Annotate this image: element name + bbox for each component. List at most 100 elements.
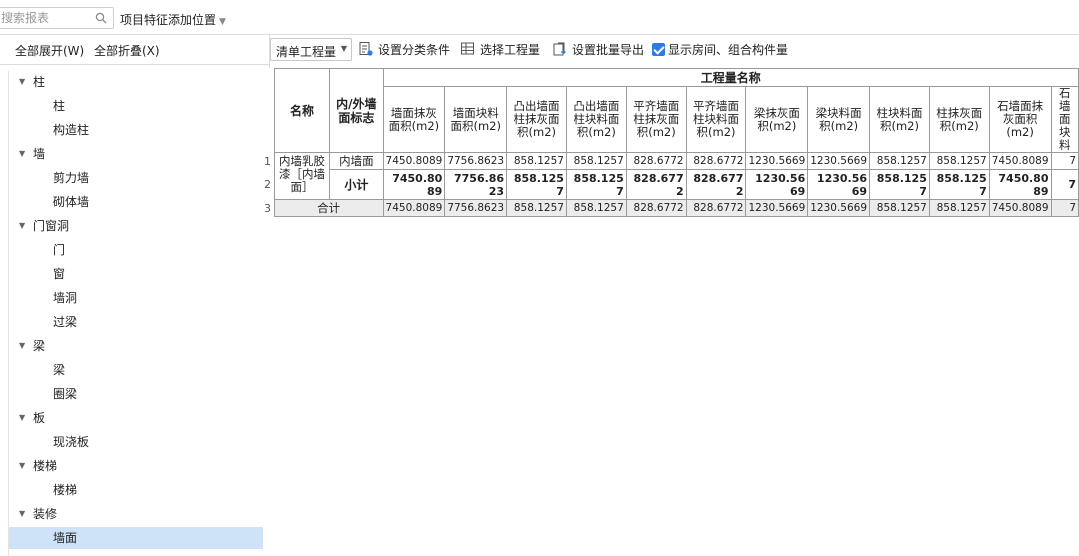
total-value-cell[interactable]: 828.6772 — [625, 199, 687, 217]
tree-node-item[interactable]: 圈梁 — [9, 383, 263, 405]
collapse-arrow-icon[interactable]: ▼ — [19, 71, 25, 93]
tree-item-label: 门 — [53, 243, 66, 257]
value-cell[interactable]: 7450.8089 — [988, 152, 1052, 170]
total-value-cell[interactable]: 858.1257 — [928, 199, 990, 217]
expand-all-button[interactable]: 全部展开(W) — [15, 42, 84, 59]
quantity-column-header[interactable]: 凸出墙面柱抹灰面积(m2) — [506, 86, 567, 153]
total-value-cell[interactable]: 858.1257 — [565, 199, 627, 217]
quantity-column-header[interactable]: 凸出墙面柱块料面积(m2) — [565, 86, 627, 153]
value-cell[interactable]: 858.1257 — [869, 152, 930, 170]
tree-node-group[interactable]: ▼ 装修 — [9, 503, 263, 525]
value-cell[interactable]: 7450.8089 — [382, 152, 446, 170]
value-cell[interactable]: 7 — [1050, 152, 1079, 170]
row-number: 2 — [264, 178, 271, 191]
quantity-type-dropdown[interactable]: 清单工程量 ▼ — [270, 38, 352, 61]
total-value-cell[interactable]: 7756.8623 — [444, 199, 508, 217]
subtotal-value-cell[interactable]: 7 — [1050, 169, 1079, 200]
total-label-cell[interactable]: 合计 — [273, 199, 384, 217]
set-category-label: 设置分类条件 — [378, 43, 451, 57]
set-category-button[interactable]: 设置分类条件 — [358, 41, 450, 58]
total-value-cell[interactable]: 7 — [1050, 199, 1079, 217]
quantity-column-header[interactable]: 石墙面抹灰面积(m2) — [988, 86, 1052, 153]
subtotal-value-cell[interactable]: 828.6772 — [625, 169, 687, 200]
tree-node-item[interactable]: 窗 — [9, 263, 263, 285]
quantity-column-header[interactable]: 墙面抹灰面积(m2) — [382, 86, 446, 153]
tree-item-label: 楼梯 — [53, 483, 78, 497]
subtotal-value-cell[interactable]: 858.1257 — [928, 169, 990, 200]
tree-node-item[interactable]: 梁 — [9, 359, 263, 381]
quantity-column-header[interactable]: 梁抹灰面积(m2) — [745, 86, 809, 153]
tree-node-item[interactable]: 过梁 — [9, 311, 263, 333]
flag-column-header[interactable]: 内/外墙面标志 — [329, 68, 384, 153]
value-cell[interactable]: 828.6772 — [685, 152, 747, 170]
tree-item-label: 构造柱 — [53, 123, 90, 137]
total-value-cell[interactable]: 7450.8089 — [382, 199, 446, 217]
show-rooms-checkbox[interactable]: 显示房间、组合构件量 — [652, 41, 788, 58]
subtotal-value-cell[interactable]: 7756.8623 — [444, 169, 508, 200]
collapse-arrow-icon[interactable]: ▼ — [19, 215, 25, 237]
subtotal-value-cell[interactable]: 858.1257 — [869, 169, 930, 200]
subtotal-value-cell[interactable]: 1230.5669 — [807, 169, 871, 200]
batch-export-label: 设置批量导出 — [572, 43, 645, 57]
value-cell[interactable]: 1230.5669 — [745, 152, 809, 170]
name-column-header[interactable]: 名称 — [273, 68, 331, 153]
tree-node-item[interactable]: 墙洞 — [9, 287, 263, 309]
select-quantity-button[interactable]: 选择工程量 — [460, 41, 540, 58]
quantity-column-header[interactable]: 柱抹灰面积(m2) — [928, 86, 990, 153]
quantity-column-header[interactable]: 平齐墙面柱块料面积(m2) — [685, 86, 747, 153]
subtotal-flag-cell[interactable]: 小计 — [329, 169, 384, 200]
total-value-cell[interactable]: 858.1257 — [506, 199, 567, 217]
tree-node-group[interactable]: ▼ 柱 — [9, 71, 263, 93]
collapse-arrow-icon[interactable]: ▼ — [19, 455, 25, 477]
quantity-column-header[interactable]: 柱块料面积(m2) — [869, 86, 930, 153]
subtotal-value-cell[interactable]: 7450.8089 — [382, 169, 446, 200]
collapse-arrow-icon[interactable]: ▼ — [19, 503, 25, 525]
search-icon[interactable] — [95, 12, 107, 24]
batch-export-button[interactable]: 设置批量导出 — [552, 41, 644, 58]
tree-node-item[interactable]: 柱 — [9, 95, 263, 117]
quantity-column-header[interactable]: 平齐墙面柱抹灰面积(m2) — [625, 86, 687, 153]
total-value-cell[interactable]: 858.1257 — [869, 199, 930, 217]
tree-node-item[interactable]: 楼梯 — [9, 479, 263, 501]
report-search-input[interactable] — [1, 9, 89, 27]
tree-node-group[interactable]: ▼ 梁 — [9, 335, 263, 357]
tree-node-item[interactable]: 砌体墙 — [9, 191, 263, 213]
value-cell[interactable]: 858.1257 — [506, 152, 567, 170]
subtotal-value-cell[interactable]: 858.1257 — [565, 169, 627, 200]
quantity-column-header[interactable]: 石墙面块料 — [1050, 86, 1079, 153]
tree-node-group[interactable]: ▼ 墙 — [9, 143, 263, 165]
tree-node-group[interactable]: ▼ 门窗洞 — [9, 215, 263, 237]
checkbox-checked-icon[interactable] — [652, 43, 665, 56]
subtotal-value-cell[interactable]: 1230.5669 — [745, 169, 809, 200]
tree-item-label: 墙洞 — [53, 291, 78, 305]
total-value-cell[interactable]: 7450.8089 — [988, 199, 1052, 217]
tree-node-group[interactable]: ▼ 楼梯 — [9, 455, 263, 477]
total-value-cell[interactable]: 1230.5669 — [807, 199, 871, 217]
value-cell[interactable]: 858.1257 — [565, 152, 627, 170]
value-cell[interactable]: 858.1257 — [928, 152, 990, 170]
value-cell[interactable]: 828.6772 — [625, 152, 687, 170]
collapse-arrow-icon[interactable]: ▼ — [19, 407, 25, 429]
total-value-cell[interactable]: 828.6772 — [685, 199, 747, 217]
value-cell[interactable]: 7756.8623 — [444, 152, 508, 170]
collapse-arrow-icon[interactable]: ▼ — [19, 143, 25, 165]
subtotal-value-cell[interactable]: 828.6772 — [685, 169, 747, 200]
tree-node-item[interactable]: 构造柱 — [9, 119, 263, 141]
subtotal-value-cell[interactable]: 7450.8089 — [988, 169, 1052, 200]
total-value-cell[interactable]: 1230.5669 — [745, 199, 809, 217]
quantity-column-header[interactable]: 梁块料面积(m2) — [807, 86, 871, 153]
tree-node-item[interactable]: 门 — [9, 239, 263, 261]
tree-node-item[interactable]: 剪力墙 — [9, 167, 263, 189]
value-cell[interactable]: 1230.5669 — [807, 152, 871, 170]
report-search-box[interactable] — [0, 7, 114, 29]
tree-node-group[interactable]: ▼ 板 — [9, 407, 263, 429]
collapse-arrow-icon[interactable]: ▼ — [19, 335, 25, 357]
tree-node-item[interactable]: 墙面 — [9, 527, 263, 549]
group-name-cell[interactable]: 内墙乳胶漆［内墙面］ — [273, 152, 331, 200]
collapse-all-button[interactable]: 全部折叠(X) — [94, 42, 160, 59]
quantity-column-header[interactable]: 墙面块料面积(m2) — [444, 86, 508, 153]
subtotal-value-cell[interactable]: 858.1257 — [506, 169, 567, 200]
tree-node-item[interactable]: 现浇板 — [9, 431, 263, 453]
flag-cell[interactable]: 内墙面 — [329, 152, 384, 170]
feature-position-dropdown[interactable]: 项目特征添加位置 ▼ — [120, 11, 226, 28]
